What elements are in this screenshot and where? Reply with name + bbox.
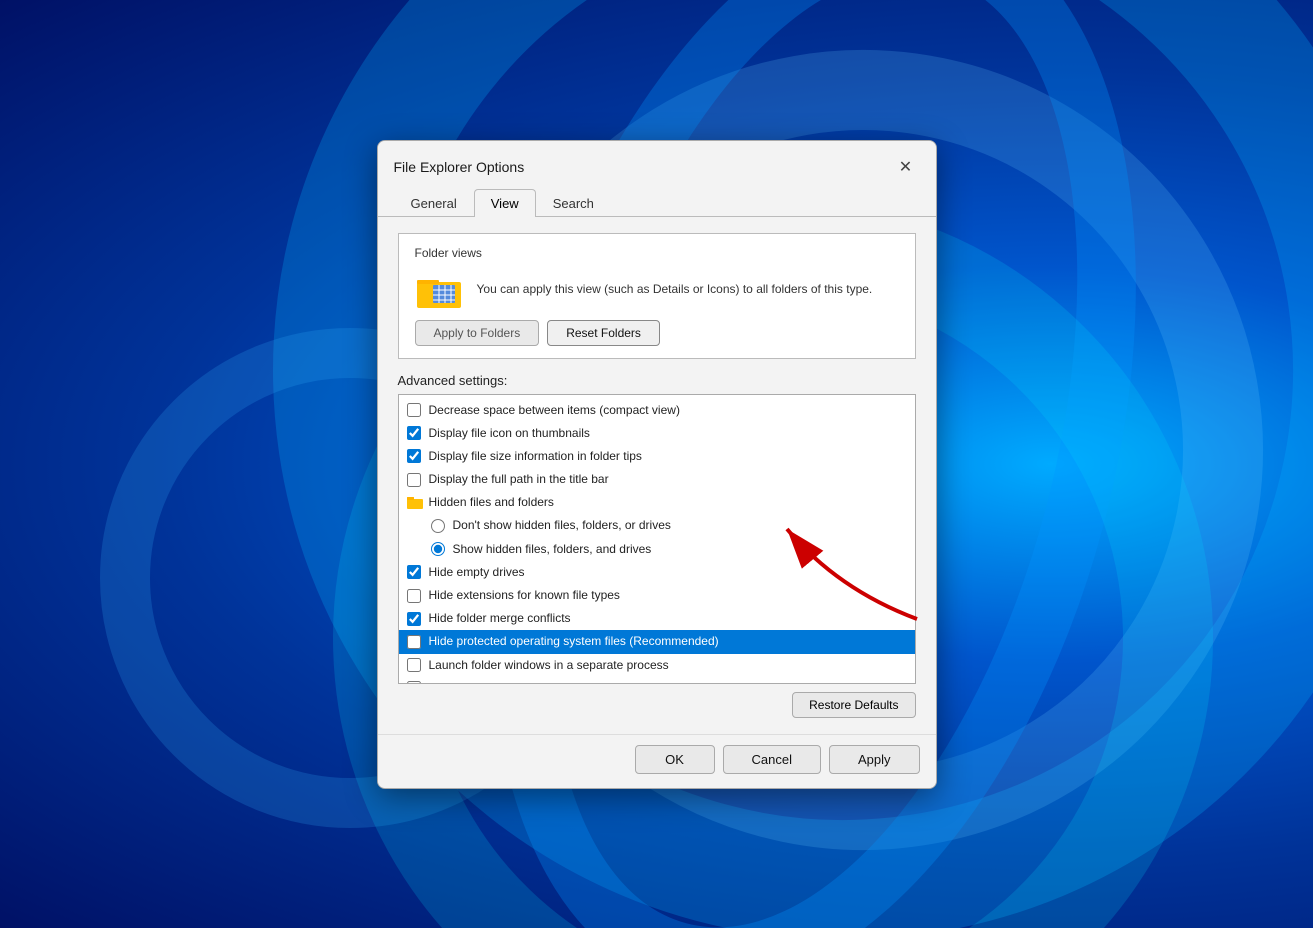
label-hidden-group: Hidden files and folders [429,493,554,512]
setting-show-hidden: Show hidden files, folders, and drives [399,538,915,561]
checkbox-hide-merge[interactable] [407,612,421,626]
label-hide-empty: Hide empty drives [429,563,525,582]
restore-defaults-row: Restore Defaults [398,692,916,718]
label-hide-protected: Hide protected operating system files (R… [429,632,719,651]
folder-views-description: You can apply this view (such as Details… [477,281,899,298]
apply-to-folders-button[interactable]: Apply to Folders [415,320,540,346]
ok-button[interactable]: OK [635,745,715,774]
tabs-bar: General View Search [378,189,936,217]
apply-button[interactable]: Apply [829,745,920,774]
checkbox-full-path[interactable] [407,473,421,487]
restore-defaults-button[interactable]: Restore Defaults [792,692,915,718]
tab-view[interactable]: View [474,189,536,217]
advanced-settings-box: Decrease space between items (compact vi… [398,394,916,684]
setting-hide-protected[interactable]: Hide protected operating system files (R… [399,630,915,653]
file-explorer-options-dialog: File Explorer Options ✕ General View Sea… [377,140,937,789]
label-compact: Decrease space between items (compact vi… [429,401,680,420]
setting-restore-prev: Restore previous folder windows at logon [399,677,915,683]
setting-hide-merge: Hide folder merge conflicts [399,607,915,630]
dialog-wrapper: File Explorer Options ✕ General View Sea… [377,140,937,789]
setting-full-path: Display the full path in the title bar [399,468,915,491]
label-full-path: Display the full path in the title bar [429,470,609,489]
checkbox-file-size[interactable] [407,449,421,463]
checkbox-launch-separate[interactable] [407,658,421,672]
setting-file-size: Display file size information in folder … [399,445,915,468]
folder-views-label: Folder views [415,246,899,260]
setting-file-icon: Display file icon on thumbnails [399,422,915,445]
checkbox-file-icon[interactable] [407,426,421,440]
setting-launch-separate: Launch folder windows in a separate proc… [399,654,915,677]
settings-list[interactable]: Decrease space between items (compact vi… [399,395,915,683]
setting-hide-empty: Hide empty drives [399,561,915,584]
radio-show-hidden[interactable] [431,542,445,556]
checkbox-hide-ext[interactable] [407,589,421,603]
label-launch-separate: Launch folder windows in a separate proc… [429,656,669,675]
folder-icon [415,270,463,310]
dialog-title: File Explorer Options [394,159,525,175]
folder-group-icon [407,496,423,510]
label-dont-show: Don't show hidden files, folders, or dri… [453,516,671,535]
folder-views-row: You can apply this view (such as Details… [415,270,899,310]
label-show-hidden: Show hidden files, folders, and drives [453,540,652,559]
setting-hidden-group: Hidden files and folders [399,491,915,514]
close-button[interactable]: ✕ [892,153,920,181]
label-file-icon: Display file icon on thumbnails [429,424,590,443]
dialog-footer: OK Cancel Apply [378,734,936,788]
radio-dont-show[interactable] [431,519,445,533]
checkbox-compact[interactable] [407,403,421,417]
checkbox-hide-empty[interactable] [407,565,421,579]
label-restore-prev: Restore previous folder windows at logon [429,679,648,683]
advanced-settings-label: Advanced settings: [398,373,916,388]
folder-view-buttons: Apply to Folders Reset Folders [415,320,899,346]
checkbox-restore-prev[interactable] [407,681,421,682]
tab-search[interactable]: Search [536,189,611,217]
label-file-size: Display file size information in folder … [429,447,642,466]
setting-dont-show: Don't show hidden files, folders, or dri… [399,514,915,537]
title-bar: File Explorer Options ✕ [378,141,936,189]
setting-compact: Decrease space between items (compact vi… [399,399,915,422]
tab-general[interactable]: General [394,189,474,217]
checkbox-hide-protected[interactable] [407,635,421,649]
label-hide-ext: Hide extensions for known file types [429,586,620,605]
reset-folders-button[interactable]: Reset Folders [547,320,660,346]
cancel-button[interactable]: Cancel [723,745,821,774]
tab-content: Folder views [378,217,936,734]
folder-svg [415,270,463,310]
label-hide-merge: Hide folder merge conflicts [429,609,571,628]
setting-hide-ext: Hide extensions for known file types [399,584,915,607]
folder-views-section: Folder views [398,233,916,359]
